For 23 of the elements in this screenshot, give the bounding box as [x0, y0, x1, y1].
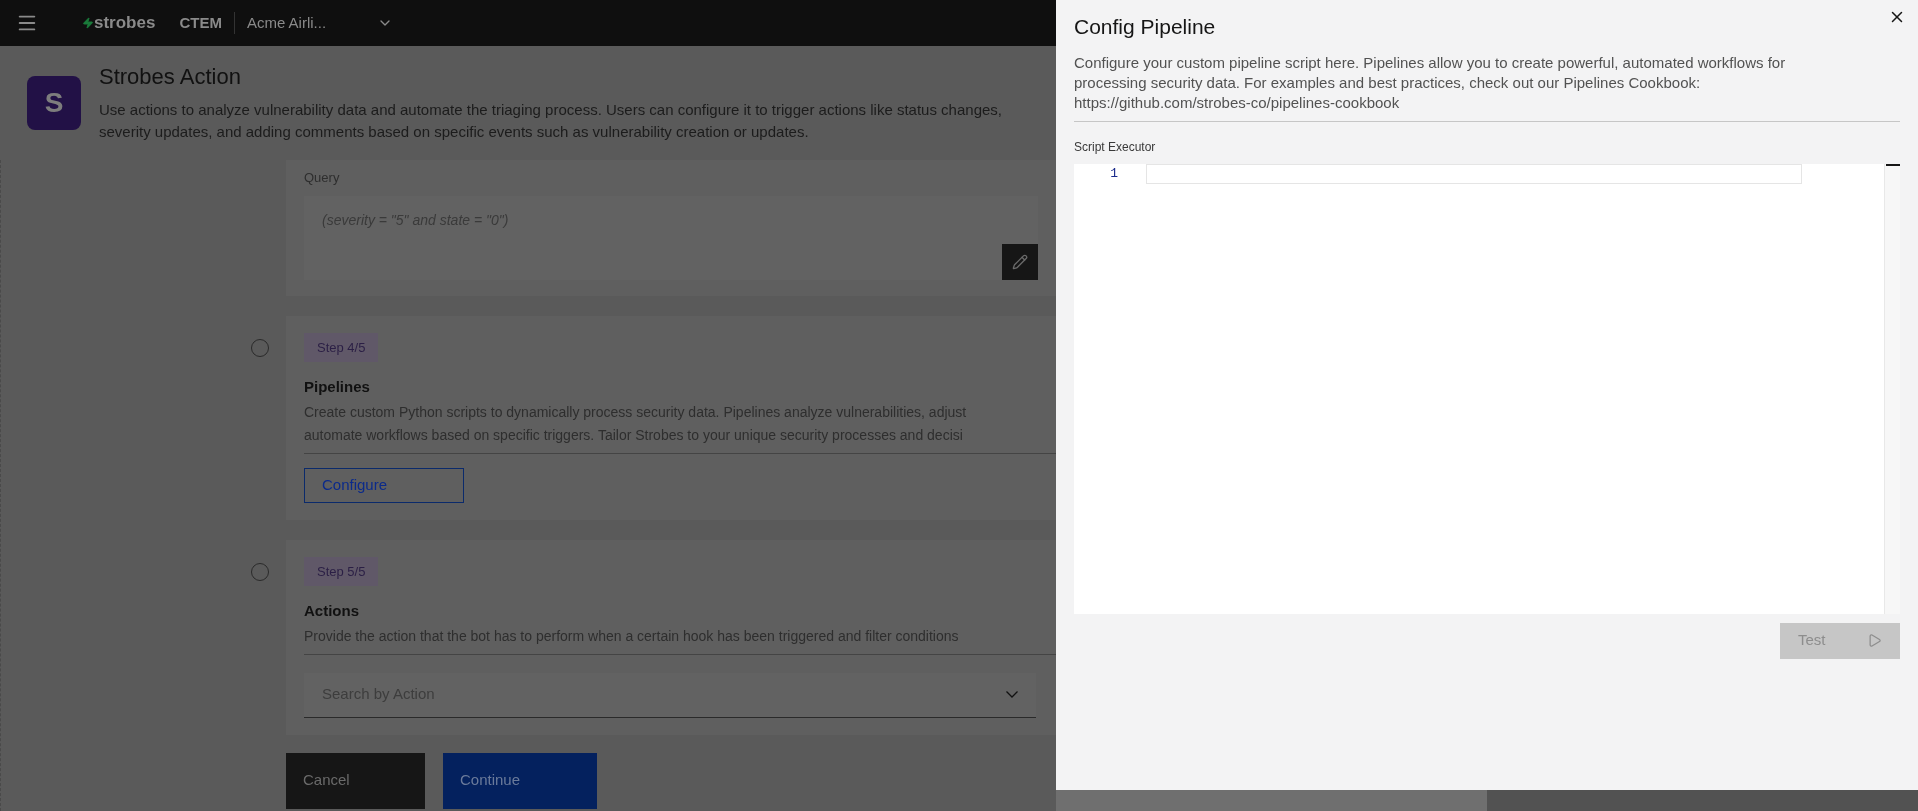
code-editor[interactable]: 1 [1074, 163, 1900, 614]
pencil-icon [1012, 253, 1028, 270]
panel-description: Configure your custom pipeline script here. Pipelines allow you to create powerful, automated workflows for processing security data. For examples and best practices, check out our Pipelines Cookbook: https://github.com/strobes-co/pipelines-cookbook [1074, 52, 1900, 122]
account-switcher[interactable]: Acme Airli... [246, 11, 393, 35]
step-title: Pipelines [304, 377, 371, 397]
page-title: Strobes Action [99, 63, 242, 91]
product-name: CTEM [179, 12, 222, 33]
continue-button[interactable]: Continue [443, 752, 597, 809]
editor-label: Script Executor [1074, 138, 1157, 156]
page-description: Use actions to analyze vulnerability data and automate the triaging process. Users can configure it to trigger actions like status changes, severity updates, and adding comments based on specific events such as vulnerability creation or updates. [99, 100, 1003, 142]
edit-button[interactable] [1002, 243, 1038, 280]
step-title: Actions [304, 601, 360, 621]
cancel-button[interactable]: Cancel [286, 752, 425, 809]
step-badge: Step 5/5 [304, 556, 379, 586]
line-number: 1 [1110, 164, 1118, 183]
play-icon [1867, 633, 1882, 648]
bolt-icon [82, 17, 94, 29]
configure-button[interactable]: Configure [304, 467, 464, 503]
brand-logo[interactable]: strobes [94, 10, 156, 36]
app-logo: S [27, 76, 81, 130]
step-badge: Step 4/5 [304, 332, 379, 362]
chevron-down-icon [1006, 691, 1018, 698]
panel-title: Config Pipeline [1074, 14, 1216, 40]
